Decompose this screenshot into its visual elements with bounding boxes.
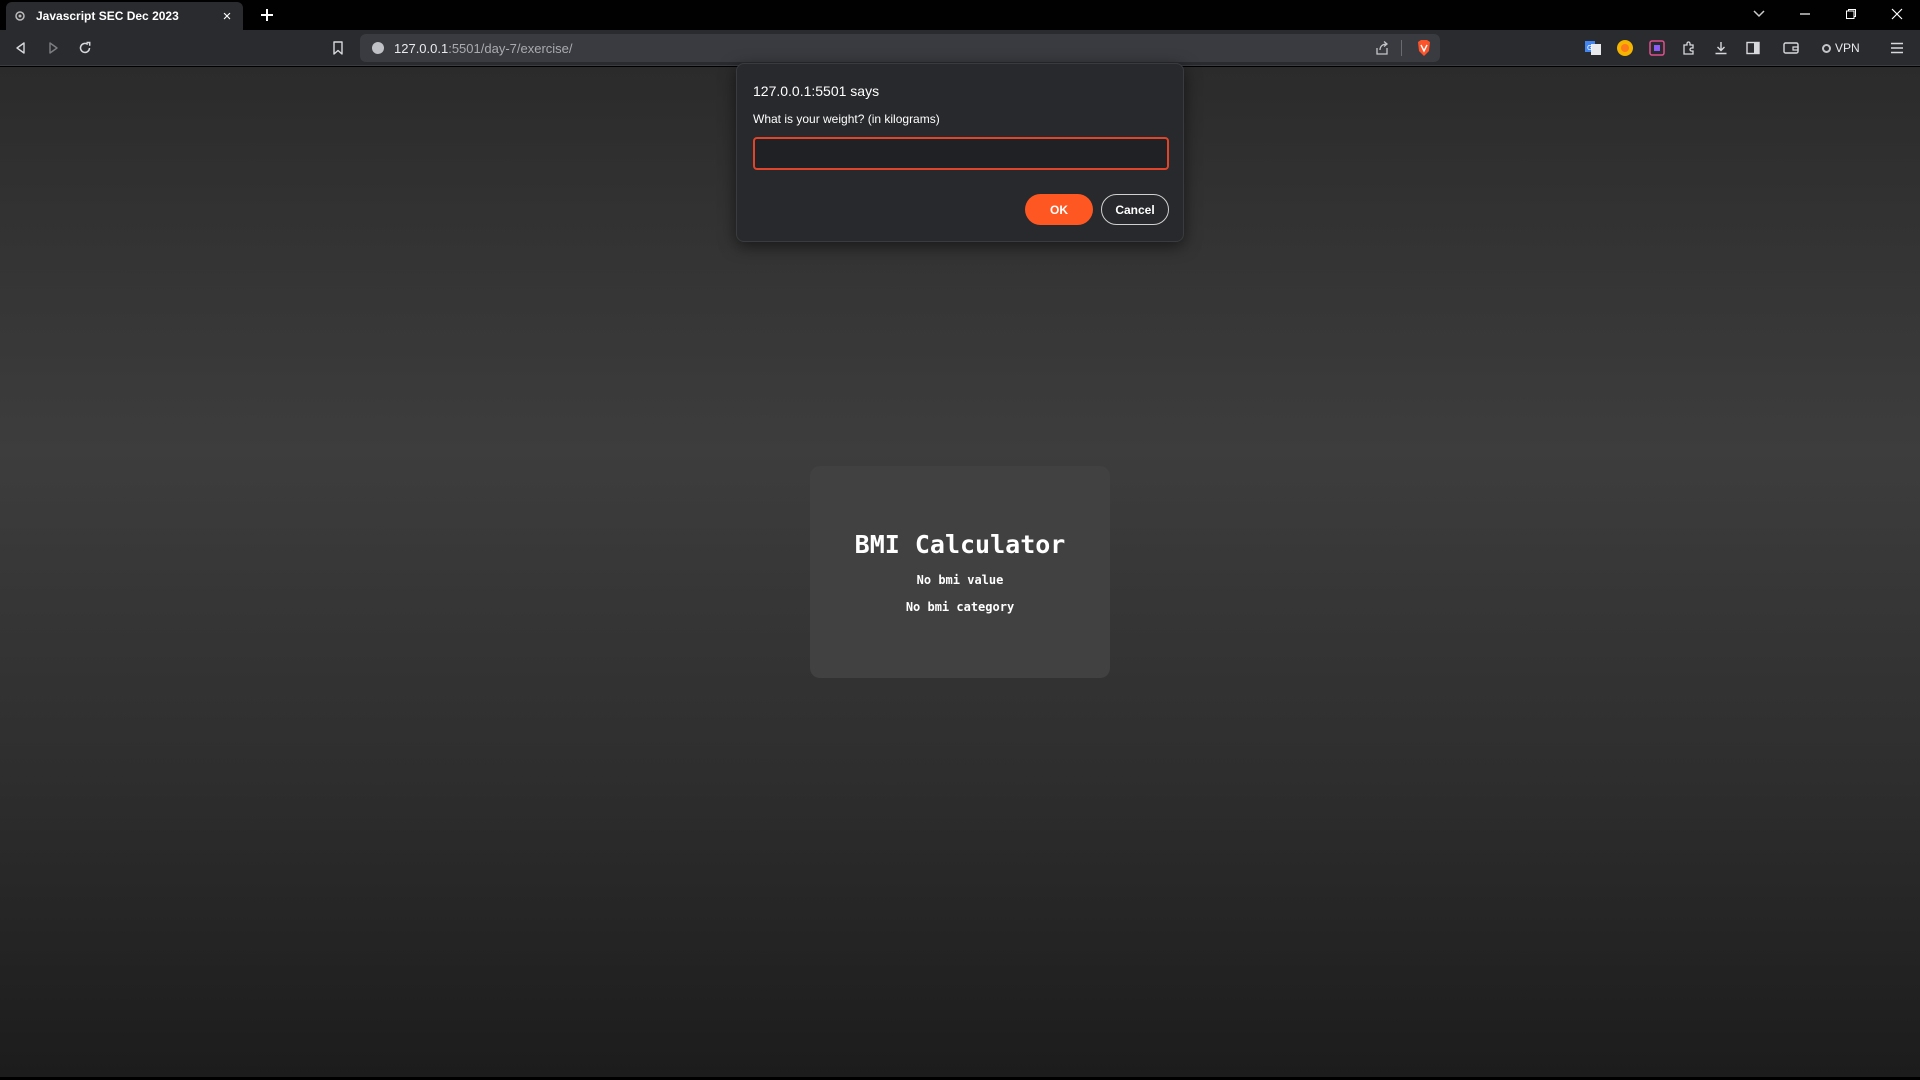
close-window-icon[interactable] <box>1874 0 1920 28</box>
bmi-card: BMI Calculator No bmi value No bmi categ… <box>810 466 1110 678</box>
restore-icon[interactable] <box>1828 0 1874 28</box>
tab-search-icon[interactable] <box>1736 0 1782 28</box>
minimize-icon[interactable] <box>1782 0 1828 28</box>
browser-tab[interactable]: Javascript SEC Dec 2023 × <box>6 2 243 30</box>
back-icon[interactable] <box>8 35 34 61</box>
page-icon <box>14 10 26 22</box>
tab-strip: Javascript SEC Dec 2023 × <box>0 0 1920 30</box>
cancel-button[interactable]: Cancel <box>1101 194 1169 225</box>
color-picker-icon[interactable] <box>1648 39 1666 57</box>
page-title: BMI Calculator <box>854 530 1066 559</box>
divider <box>1401 40 1402 56</box>
prompt-dialog: 127.0.0.1:5501 says What is your weight?… <box>736 63 1184 242</box>
url-text: 127.0.0.1:5501/day-7/exercise/ <box>394 41 573 56</box>
bmi-category-text: No bmi category <box>905 600 1015 614</box>
tab-title: Javascript SEC Dec 2023 <box>36 9 179 23</box>
forward-icon[interactable] <box>40 35 66 61</box>
dialog-message: What is your weight? (in kilograms) <box>753 112 940 126</box>
site-info-icon[interactable] <box>372 42 384 54</box>
extensions-puzzle-icon[interactable] <box>1680 39 1698 57</box>
vpn-label: VPN <box>1835 41 1860 55</box>
share-icon[interactable] <box>1374 40 1390 56</box>
svg-text:G: G <box>1587 44 1592 52</box>
new-tab-button[interactable] <box>256 4 278 26</box>
ok-button[interactable]: OK <box>1025 194 1093 225</box>
bookmark-icon[interactable] <box>325 35 351 61</box>
extension-circle-icon[interactable] <box>1616 39 1634 57</box>
download-icon[interactable] <box>1712 39 1730 57</box>
menu-icon[interactable] <box>1888 39 1906 57</box>
sidebar-icon[interactable] <box>1744 39 1762 57</box>
brave-shields-icon[interactable] <box>1415 39 1433 57</box>
address-bar[interactable]: 127.0.0.1:5501/day-7/exercise/ <box>360 34 1440 62</box>
wallet-icon[interactable] <box>1782 39 1800 57</box>
vpn-button[interactable]: VPN <box>1822 36 1872 60</box>
vpn-status-icon <box>1822 43 1831 53</box>
close-tab-icon[interactable]: × <box>219 8 235 25</box>
reload-icon[interactable] <box>72 35 98 61</box>
weight-input[interactable] <box>753 137 1169 170</box>
browser-toolbar: 127.0.0.1:5501/day-7/exercise/ G VPN <box>0 30 1920 66</box>
translate-icon[interactable]: G <box>1584 39 1602 57</box>
bmi-value-text: No bmi value <box>916 573 1004 587</box>
dialog-origin: 127.0.0.1:5501 says <box>753 83 880 99</box>
